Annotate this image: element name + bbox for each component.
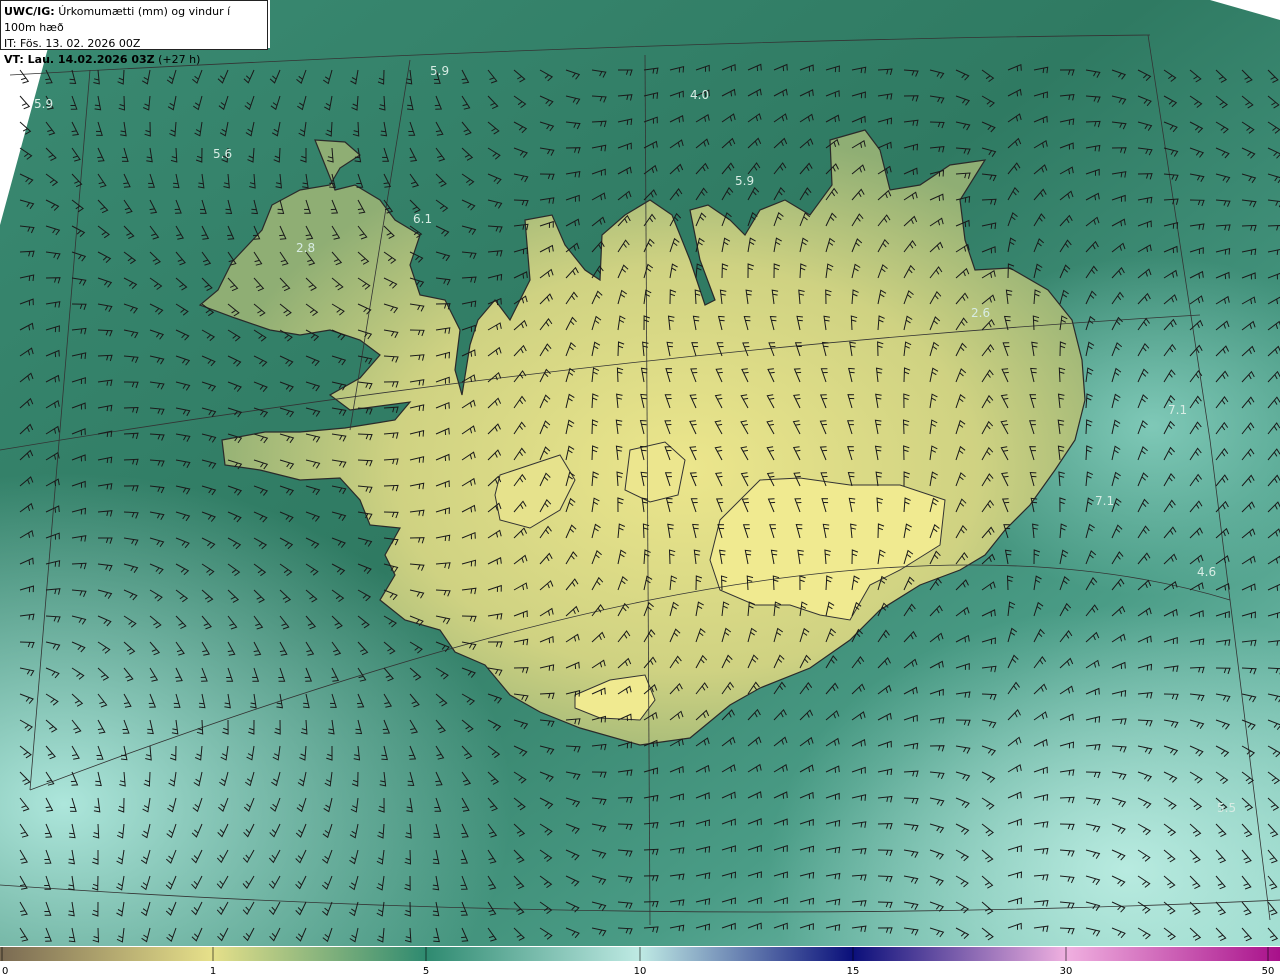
colorbar-tick-label: 50 — [1262, 966, 1275, 977]
map-header: UWC/IG: Úrkomumætti (mm) og vindur í 100… — [0, 0, 268, 66]
value-label: 5.5 — [1217, 801, 1236, 815]
model-name: UWC/IG: — [4, 5, 55, 18]
value-label: 7.1 — [1095, 494, 1114, 508]
value-label: 4.0 — [690, 88, 709, 102]
value-label: 5.9 — [430, 64, 449, 78]
value-label: 5.9 — [735, 174, 754, 188]
value-label: 2.6 — [971, 306, 990, 320]
colorbar-tick-label: 15 — [847, 966, 860, 977]
init-time: IT: Fös. 13. 02. 2026 00Z — [4, 37, 141, 50]
colorbar-tick-label: 5 — [423, 966, 429, 977]
colorbar-tick-label: 10 — [634, 966, 647, 977]
value-label: 5.6 — [213, 147, 232, 161]
value-label: 7.1 — [1168, 403, 1187, 417]
colorbar-tick-label: 30 — [1060, 966, 1073, 977]
colorbar-tick-label: 0 — [2, 966, 8, 977]
colorbar-tick-label: 1 — [210, 966, 216, 977]
weather-map: 5.95.94.05.65.96.12.82.67.17.14.65.5 015… — [0, 0, 1280, 978]
valid-time: VT: Lau. 14.02.2026 03Z — [4, 53, 155, 66]
valid-offset: (+27 h) — [158, 53, 201, 66]
value-label: 6.1 — [413, 212, 432, 226]
value-label: 4.6 — [1197, 565, 1216, 579]
value-label: 2.8 — [296, 241, 315, 255]
value-label: 5.9 — [34, 97, 53, 111]
